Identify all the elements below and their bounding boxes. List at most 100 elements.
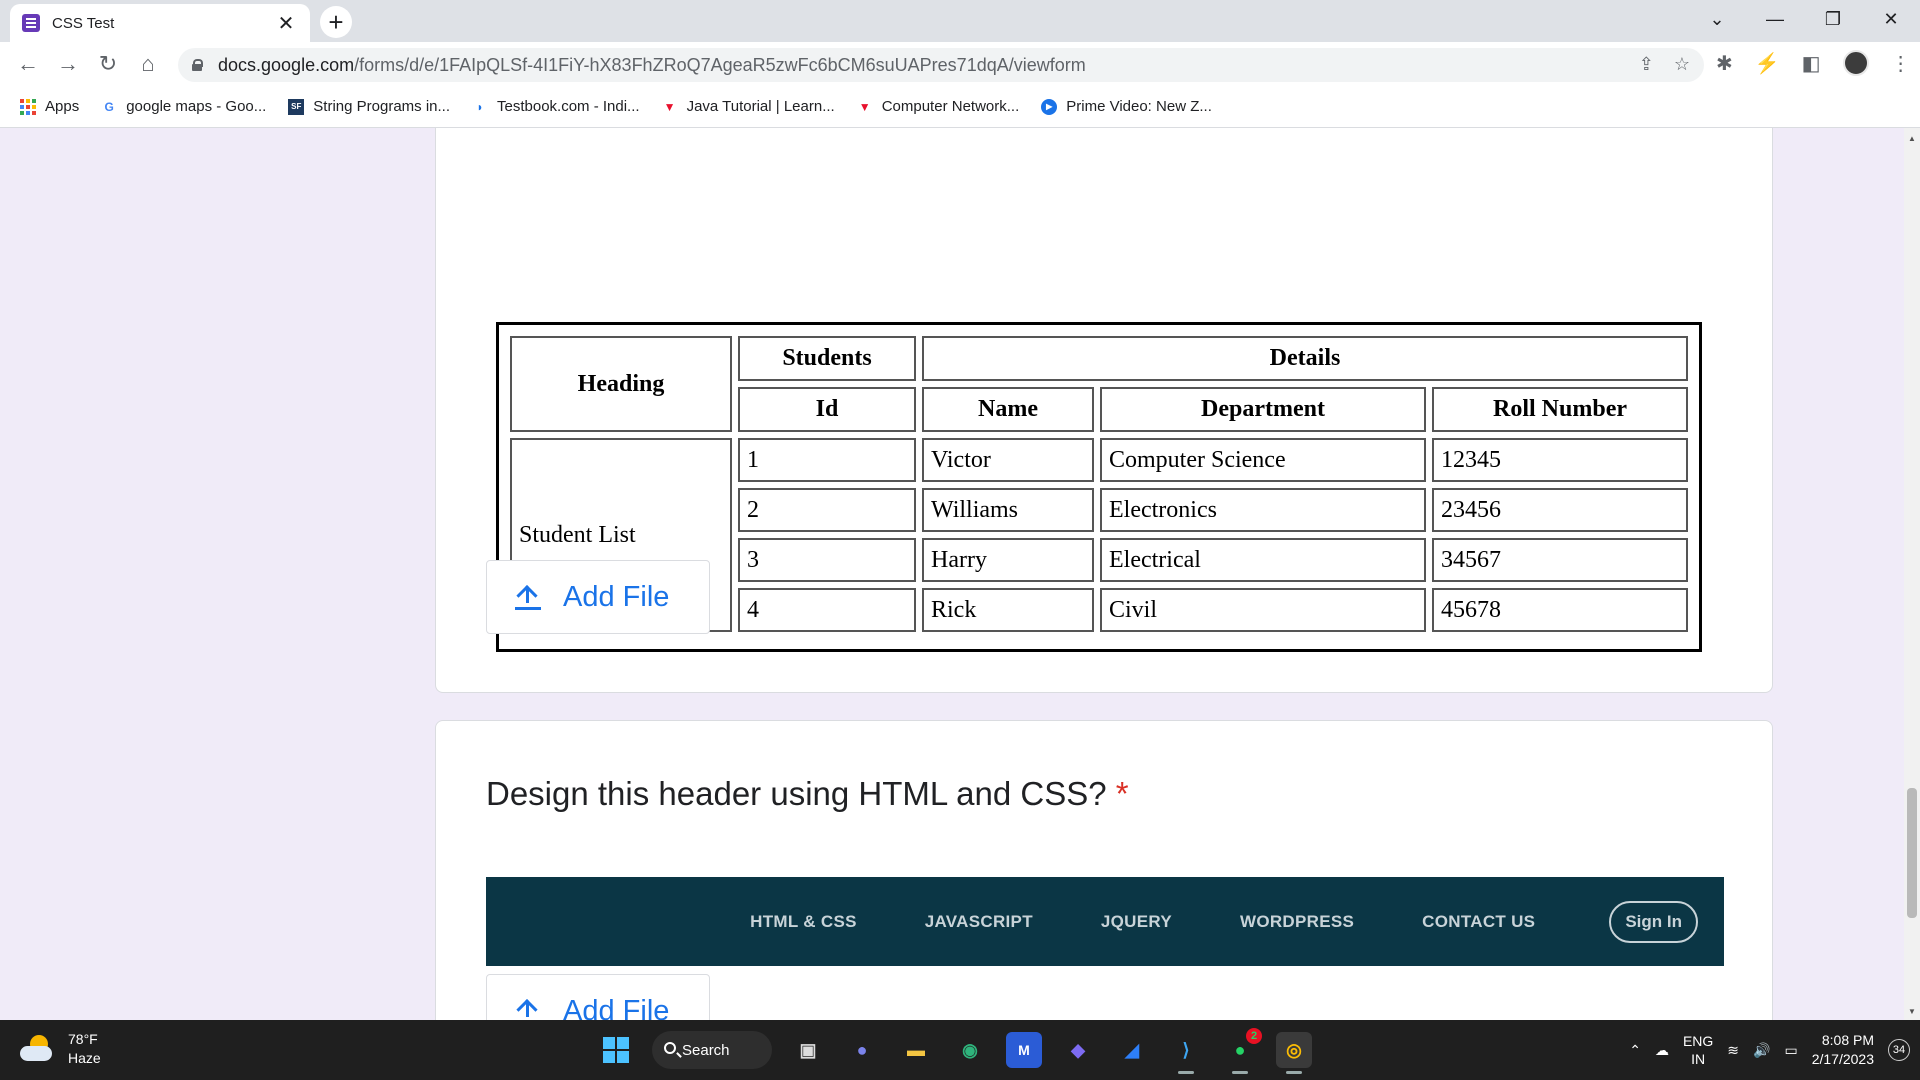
copilot-icon[interactable]: ◆ bbox=[1060, 1032, 1096, 1068]
col-department: Department bbox=[1100, 387, 1426, 432]
col-id: Id bbox=[738, 387, 916, 432]
cell-department: Electrical bbox=[1100, 538, 1426, 582]
start-button[interactable] bbox=[598, 1032, 634, 1068]
reload-icon[interactable]: ↻ bbox=[94, 50, 122, 78]
onedrive-cloud-icon[interactable]: ☁ bbox=[1655, 1042, 1669, 1059]
address-bar[interactable]: docs.google.com/forms/d/e/1FAIpQLSf-4I1F… bbox=[178, 48, 1704, 82]
restore-button[interactable]: ❐ bbox=[1804, 9, 1862, 30]
bookmark-string-programs[interactable]: SF String Programs in... bbox=[288, 98, 450, 115]
bookmarks-bar: Apps G google maps - Goo... SF String Pr… bbox=[0, 86, 1920, 128]
cell-id: 2 bbox=[738, 488, 916, 532]
page-scrollbar[interactable]: ▲ ▼ bbox=[1904, 128, 1920, 1020]
chat-app-icon[interactable]: ◢ bbox=[1114, 1032, 1150, 1068]
windows-taskbar: 78°F Haze Search ▣ ● ▬ ◉ M ◆ ◢ ⟩ ● 2 ◎ ⌃… bbox=[0, 1020, 1920, 1080]
extension-icon[interactable]: ⚡ bbox=[1755, 51, 1780, 76]
cell-name: Williams bbox=[922, 488, 1094, 532]
notification-count[interactable]: 34 bbox=[1888, 1039, 1910, 1061]
task-view-icon[interactable]: ▣ bbox=[790, 1032, 826, 1068]
cell-department: Electronics bbox=[1100, 488, 1426, 532]
profile-avatar[interactable] bbox=[1842, 50, 1869, 76]
cell-name: Harry bbox=[922, 538, 1094, 582]
heading-cell: Heading bbox=[510, 336, 732, 432]
cell-department: Civil bbox=[1100, 588, 1426, 632]
url-text: docs.google.com/forms/d/e/1FAIpQLSf-4I1F… bbox=[218, 54, 1086, 75]
taskbar-search[interactable]: Search bbox=[652, 1031, 772, 1069]
window-controls: ⌄ — ❐ ✕ bbox=[1688, 0, 1920, 38]
show-hidden-icons-icon[interactable]: ⌃ bbox=[1629, 1042, 1641, 1059]
weather-widget[interactable]: 78°F Haze bbox=[20, 1030, 101, 1068]
add-file-button-2[interactable]: Add File bbox=[486, 974, 710, 1020]
upload-icon bbox=[515, 998, 541, 1020]
close-tab-icon[interactable]: ✕ bbox=[274, 11, 298, 36]
time: 8:08 PM bbox=[1821, 1032, 1874, 1048]
bookmark-testbook[interactable]: ◗ Testbook.com - Indi... bbox=[472, 98, 639, 115]
nav-contact-us: CONTACT US bbox=[1422, 911, 1536, 931]
share-icon[interactable]: ⇪ bbox=[1639, 54, 1654, 75]
nav-html-css: HTML & CSS bbox=[750, 911, 857, 931]
forward-icon[interactable]: → bbox=[54, 50, 82, 78]
nav-javascript: JAVASCRIPT bbox=[924, 911, 1033, 931]
cell-id: 4 bbox=[738, 588, 916, 632]
date: 2/17/2023 bbox=[1811, 1051, 1874, 1067]
scroll-down-arrow-icon[interactable]: ▼ bbox=[1908, 1007, 1916, 1016]
back-icon[interactable]: ← bbox=[14, 50, 42, 78]
app-icon[interactable]: M bbox=[1006, 1032, 1042, 1068]
bookmark-star-icon[interactable]: ☆ bbox=[1674, 54, 1690, 75]
tab-css-test[interactable]: CSS Test ✕ bbox=[10, 4, 310, 42]
cell-roll: 12345 bbox=[1432, 438, 1688, 482]
google-forms-icon bbox=[22, 14, 40, 32]
vscode-icon[interactable]: ⟩ bbox=[1168, 1032, 1204, 1074]
home-icon[interactable]: ⌂ bbox=[134, 50, 162, 78]
menu-kebab-icon[interactable]: ⋮ bbox=[1891, 51, 1911, 76]
form-viewport: Heading Students Details Id Name Departm… bbox=[0, 128, 1904, 1020]
bookmark-java-tutorial[interactable]: ▼ Java Tutorial | Learn... bbox=[662, 98, 835, 115]
required-asterisk: * bbox=[1115, 775, 1129, 812]
teams-chat-icon[interactable]: ● bbox=[844, 1032, 880, 1068]
side-panel-icon[interactable]: ◧ bbox=[1802, 51, 1821, 76]
bookmark-prime-video[interactable]: ▶ Prime Video: New Z... bbox=[1041, 98, 1212, 115]
wifi-icon[interactable]: ≋ bbox=[1727, 1042, 1739, 1059]
upload-icon bbox=[515, 584, 541, 610]
file-explorer-icon[interactable]: ▬ bbox=[898, 1032, 934, 1068]
cell-name: Rick bbox=[922, 588, 1094, 632]
lock-icon[interactable] bbox=[192, 59, 203, 71]
question-card-header: Design this header using HTML and CSS? *… bbox=[435, 720, 1773, 1020]
cell-id: 1 bbox=[738, 438, 916, 482]
whatsapp-badge: 2 bbox=[1246, 1028, 1262, 1044]
bookmark-computer-network[interactable]: ▼ Computer Network... bbox=[857, 98, 1020, 115]
minimize-button[interactable]: — bbox=[1746, 9, 1804, 30]
edge-icon[interactable]: ◉ bbox=[952, 1032, 988, 1068]
cell-roll: 45678 bbox=[1432, 588, 1688, 632]
apps-grid-icon bbox=[20, 98, 36, 115]
cell-roll: 34567 bbox=[1432, 538, 1688, 582]
bookmark-google-maps[interactable]: G google maps - Goo... bbox=[101, 98, 267, 115]
col-name: Name bbox=[922, 387, 1094, 432]
tab-strip: CSS Test ✕ + ⌄ — ❐ ✕ bbox=[0, 0, 1920, 42]
chrome-icon[interactable]: ◎ bbox=[1276, 1032, 1312, 1074]
bookmark-apps[interactable]: Apps bbox=[20, 98, 79, 115]
sign-in-pill: Sign In bbox=[1609, 900, 1698, 943]
weather-condition: Haze bbox=[68, 1050, 101, 1066]
clock[interactable]: 8:08 PM 2/17/2023 bbox=[1812, 1031, 1874, 1069]
close-window-button[interactable]: ✕ bbox=[1862, 9, 1920, 30]
system-tray: ⌃ ☁ ENG IN ≋ 🔊 ▭ 8:08 PM 2/17/2023 34 bbox=[1629, 1028, 1910, 1072]
v-logo-icon: ▼ bbox=[858, 99, 871, 114]
question-title: Design this header using HTML and CSS? * bbox=[486, 775, 1129, 812]
nav-jquery: JQUERY bbox=[1100, 911, 1172, 931]
cell-id: 3 bbox=[738, 538, 916, 582]
scroll-thumb[interactable] bbox=[1907, 788, 1917, 918]
google-icon: G bbox=[104, 99, 114, 114]
volume-icon[interactable]: 🔊 bbox=[1753, 1042, 1770, 1059]
whatsapp-icon[interactable]: ● 2 bbox=[1222, 1028, 1262, 1074]
scroll-up-arrow-icon[interactable]: ▲ bbox=[1908, 134, 1916, 143]
browser-toolbar: ← → ↻ ⌂ docs.google.com/forms/d/e/1FAIpQ… bbox=[0, 42, 1920, 86]
battery-icon[interactable]: ▭ bbox=[1784, 1042, 1797, 1059]
extensions-puzzle-icon[interactable]: ✱ bbox=[1716, 51, 1733, 76]
language-indicator[interactable]: ENG IN bbox=[1683, 1032, 1713, 1068]
temperature: 78°F bbox=[68, 1031, 98, 1047]
cell-roll: 23456 bbox=[1432, 488, 1688, 532]
add-file-button[interactable]: Add File bbox=[486, 560, 710, 634]
new-tab-button[interactable]: + bbox=[320, 6, 352, 38]
windows-logo-icon bbox=[603, 1037, 629, 1063]
tab-search-icon[interactable]: ⌄ bbox=[1688, 9, 1746, 30]
